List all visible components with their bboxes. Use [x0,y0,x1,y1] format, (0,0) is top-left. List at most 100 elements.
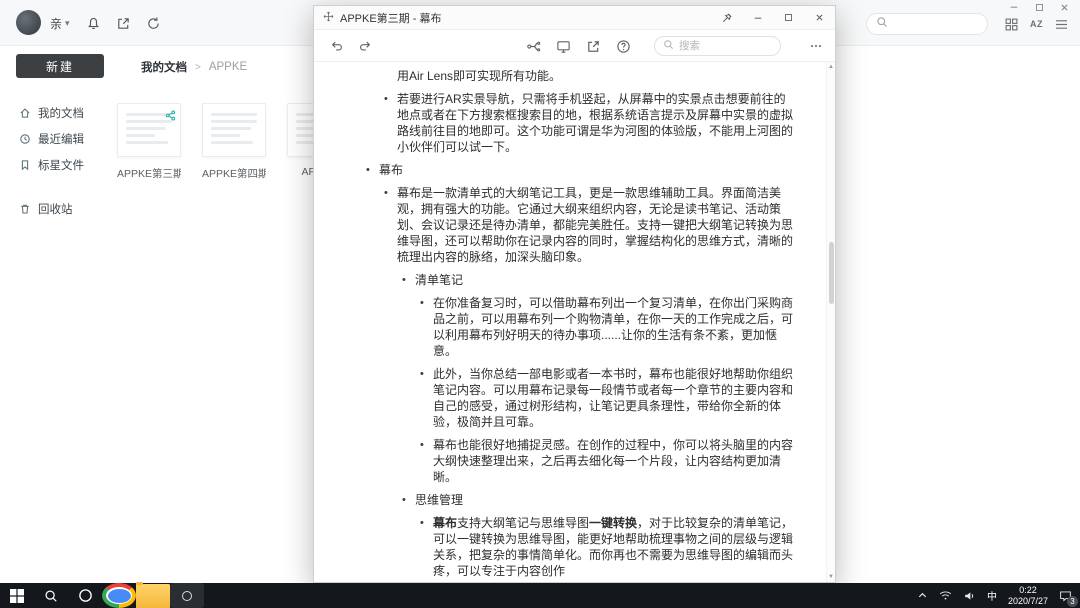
document-card[interactable]: APPKE第三期 [117,103,181,181]
document-title: APPKE第三期 [117,166,181,181]
outline-item[interactable]: •幕布 [366,162,796,178]
sidebar-item-starred[interactable]: 标星文件 [18,156,104,173]
bullet-icon[interactable]: • [402,272,415,288]
search-icon [663,37,674,55]
outline-text[interactable]: 幕布是一款清单式的大纲笔记工具，更是一款思维辅助工具。界面简洁美观，拥有强大的功… [397,185,796,265]
user-menu[interactable]: 亲 ▾ [50,15,70,32]
sidebar-item-label: 标星文件 [38,157,84,173]
undo-icon[interactable] [328,37,346,55]
outline-text[interactable]: 幕布 [379,162,796,178]
volume-icon[interactable] [963,590,976,602]
outline-item[interactable]: •此外，当你总结一部电影或者一本书时，幕布也能很好地帮助你组织笔记内容。可以用幕… [366,366,796,430]
bullet-icon[interactable]: • [420,515,433,579]
outline-text[interactable]: 若要进行AR实景导航，只需将手机竖起，从屏幕中的实景点击想要前往的地点或者在下方… [397,91,796,155]
document-thumbnail[interactable] [202,103,266,157]
mindmap-icon[interactable] [524,37,542,55]
trash-icon [18,202,31,215]
outline-text[interactable]: 在你准备复习时，可以借助幕布列出一个复习清单，在你出门采购商品之前，可以用幕布列… [433,295,796,359]
thumbnail-text-line [211,134,240,137]
sidebar-item-recent[interactable]: 最近编辑 [18,130,104,147]
document-thumbnail[interactable] [117,103,181,157]
scroll-up-icon[interactable]: ▲ [827,64,835,70]
bullet-icon[interactable]: • [384,185,397,265]
scrollbar[interactable]: ▲ ▼ [826,62,835,582]
maximize-icon[interactable] [773,6,804,29]
outline-text[interactable]: 清单笔记 [415,272,796,288]
more-icon[interactable] [807,37,825,55]
bullet-icon[interactable]: • [420,437,433,485]
system-tray: 中 0:22 2020/7/27 3 [917,585,1080,606]
breadcrumb-root[interactable]: 我的文档 [141,59,187,75]
close-icon[interactable] [804,6,835,29]
chrome-icon[interactable] [102,583,136,608]
bullet-icon[interactable]: • [420,295,433,359]
scroll-down-icon[interactable]: ▼ [827,574,835,580]
player-icon[interactable] [170,583,204,608]
grid-view-icon[interactable] [1005,18,1018,31]
home-icon [18,106,31,119]
chevron-up-icon[interactable] [917,590,928,601]
sidebar-item-my-docs[interactable]: 我的文档 [18,104,104,121]
outline-item[interactable]: •幕布是一款清单式的大纲笔记工具，更是一款思维辅助工具。界面简洁美观，拥有强大的… [366,185,796,265]
outline-text[interactable]: 用Air Lens即可实现所有功能。 [397,68,796,84]
chevron-down-icon: ▾ [65,18,70,29]
document-window-titlebar[interactable]: APPKE第三期 - 幕布 [314,6,835,30]
outline-text[interactable]: 思维管理 [415,492,796,508]
close-icon[interactable] [1058,1,1070,13]
minimize-icon[interactable] [1008,1,1020,13]
sidebar-item-label: 回收站 [38,201,73,217]
pin-icon[interactable] [711,6,742,29]
breadcrumb-current[interactable]: APPKE [209,61,247,73]
ime-indicator[interactable]: 中 [987,588,997,603]
presentation-icon[interactable] [554,37,572,55]
bullet-icon[interactable]: • [384,91,397,155]
outline-list: 用Air Lens即可实现所有功能。•若要进行AR实景导航，只需将手机竖起，从屏… [314,62,826,582]
breadcrumb-separator: > [195,62,201,73]
global-search[interactable] [866,13,988,35]
move-icon [323,9,334,27]
outline-text[interactable]: 幕布也能很好地捕捉灵感。在创作的过程中，你可以将头脑里的内容大纲快速整理出来，之… [433,437,796,485]
document-search[interactable] [654,36,781,56]
help-icon[interactable] [614,37,632,55]
export-icon[interactable] [114,14,132,32]
scrollbar-thumb[interactable] [829,242,834,304]
bullet-icon[interactable]: • [402,492,415,508]
outline-text[interactable]: 此外，当你总结一部电影或者一本书时，幕布也能很好地帮助你组织笔记内容。可以用幕布… [433,366,796,430]
outline-item[interactable]: •思维管理 [366,492,796,508]
bell-icon[interactable] [84,14,102,32]
notification-center-icon[interactable]: 3 [1059,590,1072,602]
outline-item[interactable]: •清单笔记 [366,272,796,288]
desktop: 亲 ▾ AZ 新建 我的文档 > APPKE 我的文档最近编辑标星文件回收站 A… [0,0,1080,608]
outline-item[interactable]: 用Air Lens即可实现所有功能。 [366,68,796,84]
refresh-icon[interactable] [144,14,162,32]
new-document-button[interactable]: 新建 [16,54,104,78]
document-title: APPKE第四期 [202,166,266,181]
taskbar-clock[interactable]: 0:22 2020/7/27 [1008,585,1048,606]
start-icon[interactable] [0,583,34,608]
avatar[interactable] [16,10,41,35]
thumbnail-text-line [211,141,253,144]
outline-item[interactable]: •若要进行AR实景导航，只需将手机竖起，从屏幕中的实景点击想要前往的地点或者在下… [366,91,796,155]
export-icon[interactable] [584,37,602,55]
bullet-icon[interactable]: • [420,366,433,430]
document-search-input[interactable] [679,40,772,52]
outline-text[interactable]: 幕布支持大纲笔记与思维导图一键转换，对于比较复杂的清单笔记，可以一键转换为思维导… [433,515,796,579]
sort-az-icon[interactable]: AZ [1030,19,1043,29]
outline-item[interactable]: •幕布也能很好地捕捉灵感。在创作的过程中，你可以将头脑里的内容大纲快速整理出来，… [366,437,796,485]
maximize-icon[interactable] [1033,1,1045,13]
list-view-icon[interactable] [1055,19,1068,30]
tray-icons [917,590,976,602]
taskbar: 中 0:22 2020/7/27 3 [0,583,1080,608]
redo-icon[interactable] [356,37,374,55]
outline-item[interactable]: •在你准备复习时，可以借助幕布列出一个复习清单，在你出门采购商品之前，可以用幕布… [366,295,796,359]
cortana-icon[interactable] [68,583,102,608]
explorer-icon[interactable] [136,583,170,608]
minimize-icon[interactable] [742,6,773,29]
document-card[interactable]: APPKE第四期 [202,103,266,181]
taskbar-search-icon[interactable] [34,583,68,608]
sidebar-item-recycle[interactable]: 回收站 [18,200,104,217]
outline-item[interactable]: •幕布支持大纲笔记与思维导图一键转换，对于比较复杂的清单笔记，可以一键转换为思维… [366,515,796,579]
bullet-icon[interactable]: • [366,162,379,178]
network-icon[interactable] [939,590,952,601]
global-search-input[interactable] [894,18,978,30]
